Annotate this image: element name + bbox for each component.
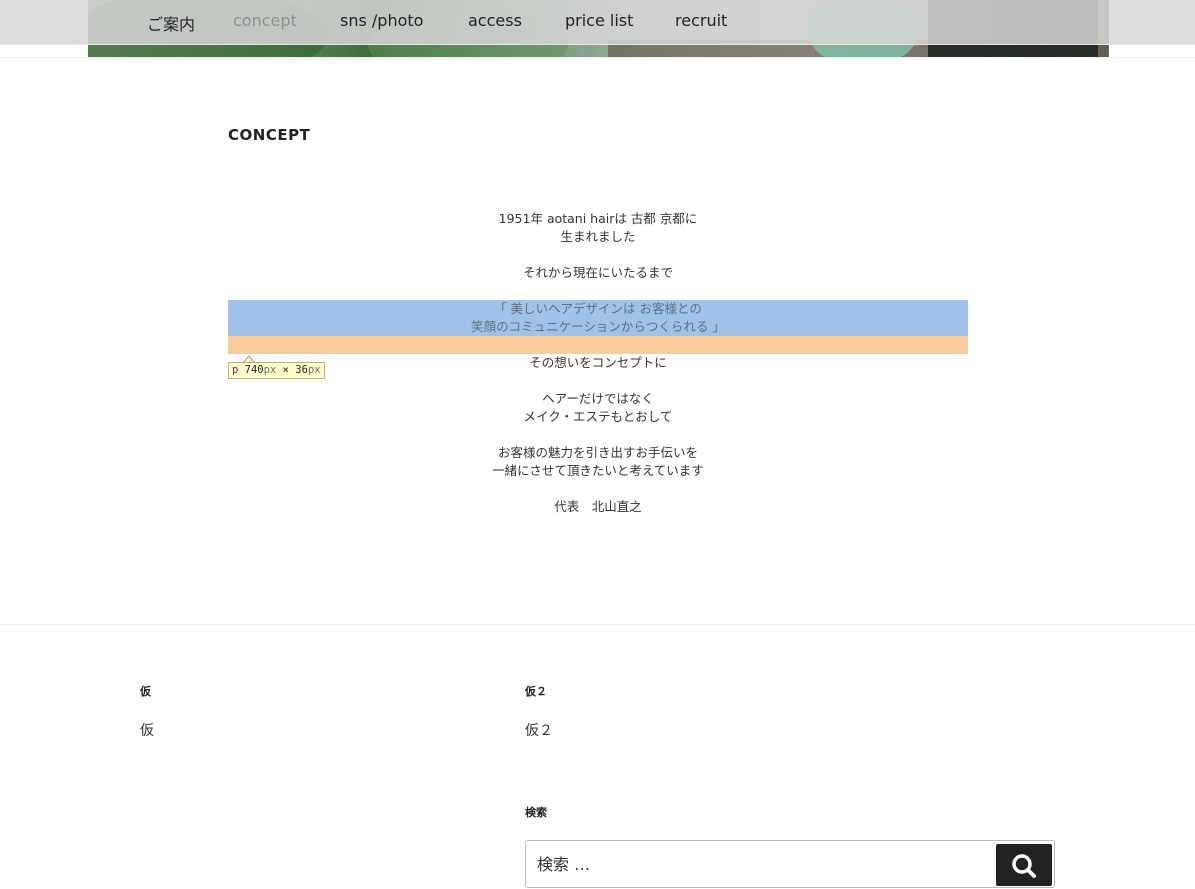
concept-paragraph: それから現在にいたるまで <box>522 265 673 280</box>
inspector-tag: p <box>232 364 239 376</box>
widget-2-text: 仮２ <box>525 723 553 739</box>
nav-item-access[interactable]: access <box>468 11 522 30</box>
inspector-tooltip: p 740px × 36px <box>228 362 325 379</box>
concept-paragraph-highlighted: 「 美しいヘアデザインは お客様との 笑顔のコミュニケーションからつくられる 」 <box>228 300 968 336</box>
concept-paragraph: その想いをコンセプトに <box>529 355 667 370</box>
search-form <box>525 840 1055 888</box>
widget-2-title: 仮２ <box>525 685 547 698</box>
footer-divider <box>0 624 1195 625</box>
nav-item-guide[interactable]: ご案内 <box>147 11 195 35</box>
inspector-margin-overlay <box>228 336 968 354</box>
widget-1-text: 仮 <box>140 723 154 739</box>
header-divider <box>0 57 1195 58</box>
search-widget-title: 検索 <box>525 806 547 819</box>
search-button[interactable] <box>996 844 1052 886</box>
nav-item-concept[interactable]: concept <box>233 11 297 30</box>
concept-text: 1951年 aotani hairは 古都 京都に 生まれました それから現在にい… <box>228 210 968 534</box>
nav-item-sns-photo[interactable]: sns /photo <box>340 11 423 30</box>
nav-item-price-list[interactable]: price list <box>565 11 633 30</box>
page-title: CONCEPT <box>228 126 311 144</box>
concept-paragraph: 1951年 aotani hairは 古都 京都に 生まれました <box>498 211 698 244</box>
concept-signature: 代表 北山直之 <box>554 499 642 514</box>
concept-paragraph: お客様の魅力を引き出すお手伝いを 一緒にさせて頂きたいと考えています <box>492 445 704 478</box>
inspector-height: 36 <box>295 364 308 376</box>
search-icon <box>1012 854 1036 878</box>
main-navigation: ご案内 concept sns /photo access price list… <box>0 0 1195 45</box>
nav-item-recruit[interactable]: recruit <box>675 11 727 30</box>
search-input[interactable] <box>526 841 996 887</box>
inspector-width: 740 <box>244 364 264 376</box>
concept-paragraph: ヘアーだけではなく メイク・エステもとおして <box>523 391 673 424</box>
widget-1-title: 仮 <box>140 685 151 698</box>
